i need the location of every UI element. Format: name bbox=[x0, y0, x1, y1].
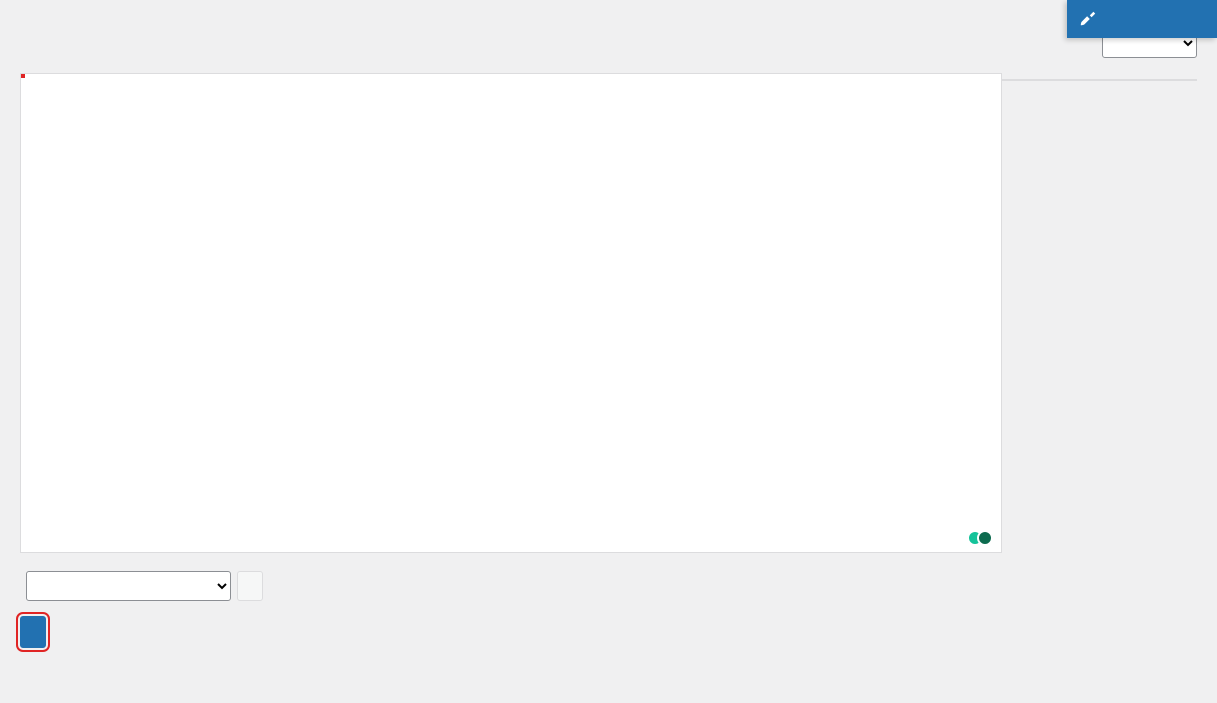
appearance-flyout bbox=[1067, 0, 1217, 38]
grammarly-icon bbox=[967, 530, 993, 546]
code-editor[interactable] bbox=[20, 73, 1002, 553]
documentation-dropdown[interactable] bbox=[26, 571, 231, 601]
update-file-button[interactable] bbox=[20, 616, 46, 648]
lookup-button[interactable] bbox=[237, 571, 263, 601]
theme-file-list bbox=[1002, 79, 1197, 81]
appearance-menu-header[interactable] bbox=[1067, 0, 1217, 38]
brush-icon bbox=[1079, 10, 1097, 28]
